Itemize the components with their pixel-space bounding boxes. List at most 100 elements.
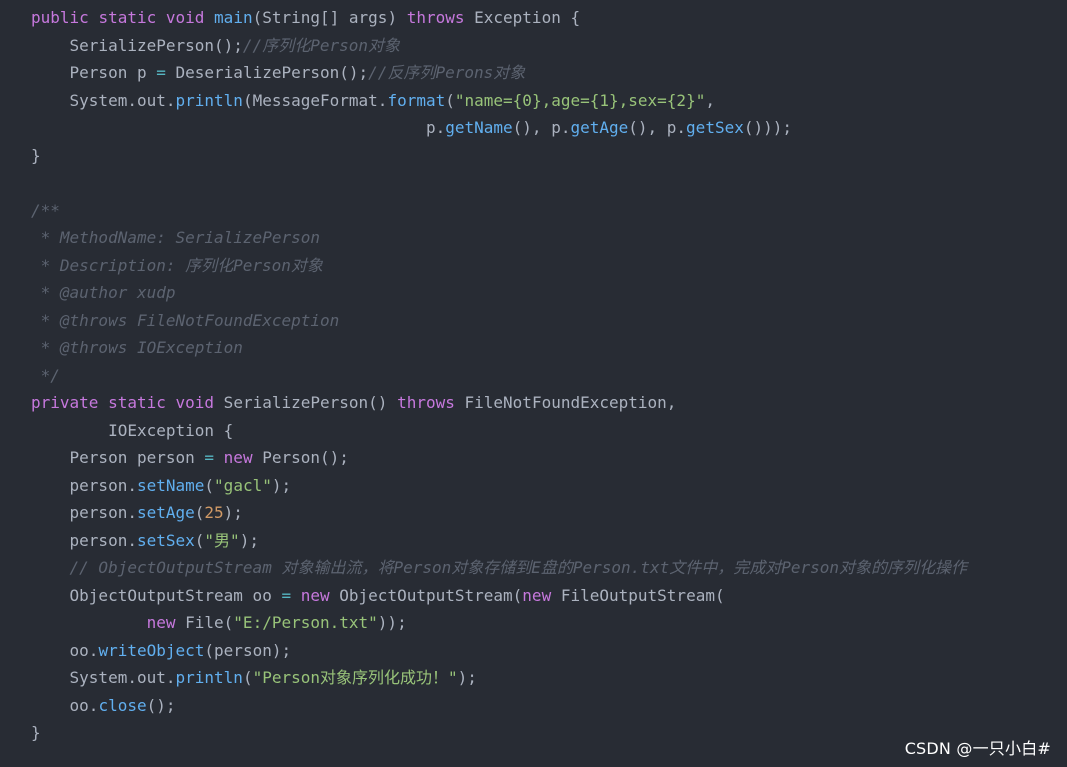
- code-token: "男": [204, 530, 240, 550]
- code-token: * MethodName: SerializePerson: [31, 228, 320, 247]
- code-line: }: [31, 142, 967, 170]
- code-token: main: [214, 8, 253, 27]
- code-block[interactable]: public static void main(String[] args) t…: [31, 4, 967, 747]
- code-line: Person p = DeserializePerson();//反序列Pero…: [31, 59, 967, 87]
- code-line: * MethodName: SerializePerson: [31, 224, 967, 252]
- code-token: FileNotFoundException,: [454, 393, 677, 412]
- code-token: );: [239, 530, 259, 550]
- code-token: getName: [445, 118, 513, 137]
- code-token: println: [175, 668, 243, 687]
- code-line: * @throws FileNotFoundException: [31, 307, 967, 335]
- code-token: new: [300, 585, 330, 605]
- code-token: DeserializePerson();: [165, 63, 369, 82]
- code-token: );: [223, 503, 243, 522]
- code-token: * @author xudp: [31, 283, 176, 302]
- code-token: }: [31, 723, 41, 742]
- code-token: (String[] args): [252, 8, 407, 27]
- code-token: System.out.: [31, 90, 176, 110]
- code-token: setAge: [136, 503, 195, 522]
- code-token: );: [271, 475, 292, 495]
- code-token: (), p.: [512, 118, 571, 137]
- code-line: SerializePerson();//序列化Person对象: [31, 32, 967, 60]
- code-line: // ObjectOutputStream 对象输出流，将Person对象存储到…: [31, 554, 967, 582]
- code-token: ();: [146, 695, 176, 715]
- code-line: p.getName(), p.getAge(), p.getSex()));: [31, 114, 967, 142]
- code-token: (MessageFormat.: [242, 90, 388, 110]
- code-token: (), p.: [628, 118, 687, 137]
- code-token: 25: [204, 503, 224, 522]
- code-token: FileOutputStream(: [551, 585, 725, 605]
- code-line: ObjectOutputStream oo = new ObjectOutput…: [31, 582, 967, 610]
- code-line: public static void main(String[] args) t…: [31, 4, 967, 32]
- code-line: Person person = new Person();: [31, 444, 967, 472]
- code-token: System.out.: [31, 668, 176, 687]
- code-token: throws: [406, 8, 465, 27]
- code-token: ));: [377, 613, 407, 632]
- code-token: oo.: [31, 695, 99, 715]
- code-token: println: [175, 90, 243, 110]
- code-token: //反序列Perons对象: [368, 63, 526, 82]
- code-token: ObjectOutputStream(: [329, 585, 523, 605]
- code-token: (: [445, 90, 455, 110]
- code-token: Exception {: [464, 8, 581, 27]
- code-token: person.: [31, 503, 137, 522]
- code-token: throws: [397, 393, 455, 412]
- code-token: IOException {: [31, 420, 234, 440]
- code-line: */: [31, 362, 967, 390]
- code-token: Person p: [31, 63, 157, 82]
- code-token: writeObject: [98, 640, 205, 660]
- code-editor[interactable]: public static void main(String[] args) t…: [0, 0, 1067, 767]
- code-token: p.: [31, 118, 446, 137]
- code-line: * @author xudp: [31, 279, 967, 307]
- code-token: "E:/Person.txt": [233, 613, 378, 632]
- code-token: static: [108, 393, 166, 412]
- code-line: System.out.println(MessageFormat.format(…: [31, 87, 967, 115]
- code-token: close: [98, 695, 147, 715]
- code-token: (: [194, 530, 205, 550]
- code-line: oo.close();: [31, 692, 967, 720]
- code-line: private static void SerializePerson() th…: [31, 389, 967, 417]
- code-token: setSex: [136, 530, 195, 550]
- code-token: * @throws IOException: [31, 338, 243, 357]
- code-line: person.setAge(25);: [31, 499, 967, 527]
- code-token: Person person: [31, 448, 205, 467]
- code-line: * Description: 序列化Person对象: [31, 252, 967, 280]
- code-token: new: [522, 585, 552, 605]
- code-token: ,: [705, 90, 715, 110]
- code-token: getAge: [570, 118, 629, 137]
- code-token: =: [156, 63, 166, 82]
- code-token: "gacl": [214, 475, 272, 495]
- code-line: new File("E:/Person.txt"));: [31, 609, 967, 637]
- code-token: void: [165, 8, 205, 27]
- code-token: format: [387, 90, 446, 110]
- code-token: (: [242, 668, 253, 687]
- code-line: person.setSex("男");: [31, 527, 967, 555]
- code-token: new: [146, 613, 176, 632]
- code-token: (: [204, 475, 215, 495]
- code-token: =: [204, 448, 215, 467]
- code-token: person.: [31, 475, 137, 495]
- code-line: }: [31, 719, 967, 747]
- code-token: "Person对象序列化成功！": [252, 668, 458, 687]
- code-token: */: [31, 365, 60, 385]
- code-token: (: [194, 503, 205, 522]
- code-token: new: [223, 448, 253, 467]
- code-token: SerializePerson(): [214, 393, 398, 412]
- code-line: person.setName("gacl");: [31, 472, 967, 500]
- code-line: * @throws IOException: [31, 334, 967, 362]
- code-token: * @throws FileNotFoundException: [31, 310, 340, 330]
- code-token: =: [281, 585, 292, 605]
- code-token: File(: [175, 613, 234, 632]
- code-token: public: [31, 8, 89, 27]
- code-token: (person);: [204, 640, 292, 660]
- code-token: //序列化Person对象: [242, 35, 400, 55]
- code-token: oo.: [31, 640, 99, 660]
- code-token: static: [98, 8, 157, 27]
